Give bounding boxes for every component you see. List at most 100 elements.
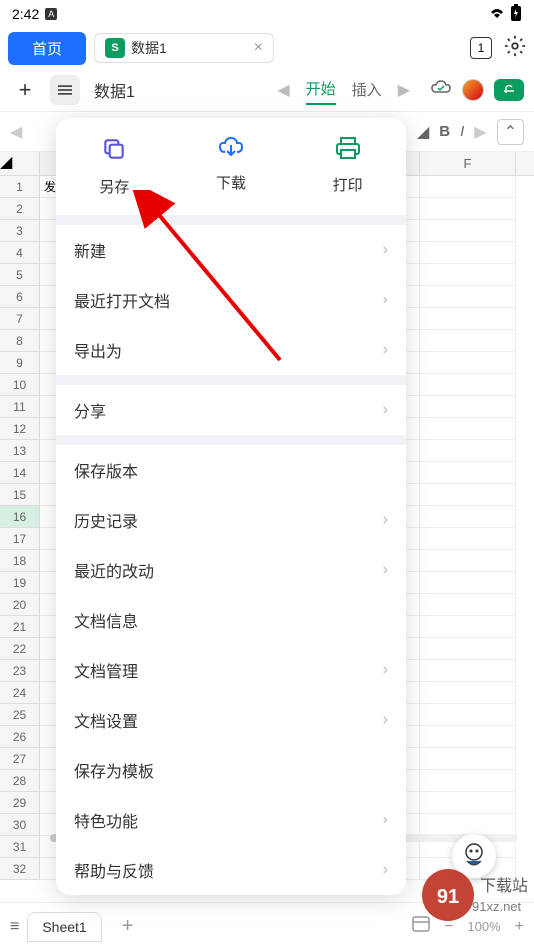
- share-button[interactable]: [494, 79, 524, 101]
- col-header-f[interactable]: F: [420, 152, 516, 175]
- cell[interactable]: [420, 484, 516, 506]
- cell[interactable]: [420, 660, 516, 682]
- cell[interactable]: [420, 748, 516, 770]
- sheet-tab[interactable]: Sheet1: [27, 912, 101, 942]
- row-header[interactable]: 32: [0, 858, 40, 880]
- menu-item[interactable]: 文档信息›: [56, 595, 406, 645]
- cell[interactable]: [420, 682, 516, 704]
- cell[interactable]: [420, 286, 516, 308]
- select-all-corner[interactable]: ◢: [0, 152, 40, 175]
- menu-item[interactable]: 新建›: [56, 225, 406, 275]
- cell[interactable]: [420, 242, 516, 264]
- row-header[interactable]: 22: [0, 638, 40, 660]
- row-header[interactable]: 25: [0, 704, 40, 726]
- bold-icon[interactable]: B: [439, 123, 450, 140]
- zoom-in-icon[interactable]: +: [515, 918, 524, 936]
- save-as-action[interactable]: 另存: [56, 136, 173, 197]
- user-avatar[interactable]: [462, 79, 484, 101]
- cell[interactable]: [420, 308, 516, 330]
- row-header[interactable]: 7: [0, 308, 40, 330]
- row-header[interactable]: 13: [0, 440, 40, 462]
- cell[interactable]: [420, 528, 516, 550]
- document-tab[interactable]: S 数据1 ×: [94, 33, 274, 63]
- nav-tab-insert[interactable]: 插入: [352, 75, 382, 104]
- cell[interactable]: [420, 638, 516, 660]
- row-header[interactable]: 11: [0, 396, 40, 418]
- menu-item[interactable]: 导出为›: [56, 325, 406, 375]
- row-header[interactable]: 20: [0, 594, 40, 616]
- cell[interactable]: [420, 550, 516, 572]
- row-header[interactable]: 19: [0, 572, 40, 594]
- cell[interactable]: [420, 440, 516, 462]
- menu-item[interactable]: 文档设置›: [56, 695, 406, 745]
- cell[interactable]: [420, 704, 516, 726]
- menu-item[interactable]: 保存版本›: [56, 445, 406, 495]
- collapse-icon[interactable]: ⌃: [497, 119, 524, 145]
- row-header[interactable]: 26: [0, 726, 40, 748]
- zoom-out-icon[interactable]: −: [444, 918, 453, 936]
- cloud-check-icon[interactable]: [430, 78, 452, 101]
- tab-count-badge[interactable]: 1: [470, 37, 492, 59]
- menu-item[interactable]: 帮助与反馈›: [56, 845, 406, 895]
- settings-icon[interactable]: [504, 35, 526, 62]
- row-header[interactable]: 24: [0, 682, 40, 704]
- row-header[interactable]: 2: [0, 198, 40, 220]
- row-header[interactable]: 23: [0, 660, 40, 682]
- nav-tab-start[interactable]: 开始: [306, 74, 336, 105]
- row-header[interactable]: 16: [0, 506, 40, 528]
- sheets-list-icon[interactable]: ≡: [10, 918, 19, 936]
- cell[interactable]: [420, 506, 516, 528]
- menu-item[interactable]: 保存为模板›: [56, 745, 406, 795]
- row-header[interactable]: 15: [0, 484, 40, 506]
- row-header[interactable]: 29: [0, 792, 40, 814]
- row-header[interactable]: 3: [0, 220, 40, 242]
- menu-item[interactable]: 分享›: [56, 385, 406, 435]
- home-tab[interactable]: 首页: [8, 32, 86, 65]
- row-header[interactable]: 10: [0, 374, 40, 396]
- cell[interactable]: [420, 220, 516, 242]
- cell[interactable]: [420, 572, 516, 594]
- row-header[interactable]: 5: [0, 264, 40, 286]
- cell[interactable]: [420, 264, 516, 286]
- zoom-level[interactable]: 100%: [467, 919, 500, 934]
- close-icon[interactable]: ×: [254, 39, 263, 57]
- cell[interactable]: [420, 352, 516, 374]
- cell[interactable]: [420, 374, 516, 396]
- row-header[interactable]: 1: [0, 176, 40, 198]
- menu-item[interactable]: 特色功能›: [56, 795, 406, 845]
- print-action[interactable]: 打印: [289, 136, 406, 197]
- cell[interactable]: [420, 770, 516, 792]
- row-header[interactable]: 6: [0, 286, 40, 308]
- menu-button[interactable]: [50, 75, 80, 105]
- menu-item[interactable]: 最近打开文档›: [56, 275, 406, 325]
- row-header[interactable]: 17: [0, 528, 40, 550]
- cell[interactable]: [420, 396, 516, 418]
- cell[interactable]: [420, 176, 516, 198]
- row-header[interactable]: 21: [0, 616, 40, 638]
- row-header[interactable]: 18: [0, 550, 40, 572]
- row-header[interactable]: 30: [0, 814, 40, 836]
- format-prev-icon[interactable]: ◀: [10, 122, 22, 142]
- nav-next-icon[interactable]: ▶: [398, 80, 410, 100]
- assistant-button[interactable]: [452, 834, 496, 878]
- cell[interactable]: [420, 814, 516, 836]
- add-sheet-button[interactable]: +: [110, 915, 146, 938]
- cell[interactable]: [420, 792, 516, 814]
- cell[interactable]: [420, 330, 516, 352]
- row-header[interactable]: 31: [0, 836, 40, 858]
- cell[interactable]: [420, 616, 516, 638]
- italic-icon[interactable]: I: [460, 123, 464, 140]
- view-icon[interactable]: [412, 916, 430, 937]
- cell[interactable]: [420, 726, 516, 748]
- format-next-icon[interactable]: ▶: [474, 122, 486, 142]
- cell[interactable]: [420, 462, 516, 484]
- menu-item[interactable]: 最近的改动›: [56, 545, 406, 595]
- row-header[interactable]: 12: [0, 418, 40, 440]
- download-action[interactable]: 下载: [173, 136, 290, 197]
- row-header[interactable]: 14: [0, 462, 40, 484]
- menu-item[interactable]: 历史记录›: [56, 495, 406, 545]
- row-header[interactable]: 28: [0, 770, 40, 792]
- row-header[interactable]: 8: [0, 330, 40, 352]
- row-header[interactable]: 27: [0, 748, 40, 770]
- row-header[interactable]: 4: [0, 242, 40, 264]
